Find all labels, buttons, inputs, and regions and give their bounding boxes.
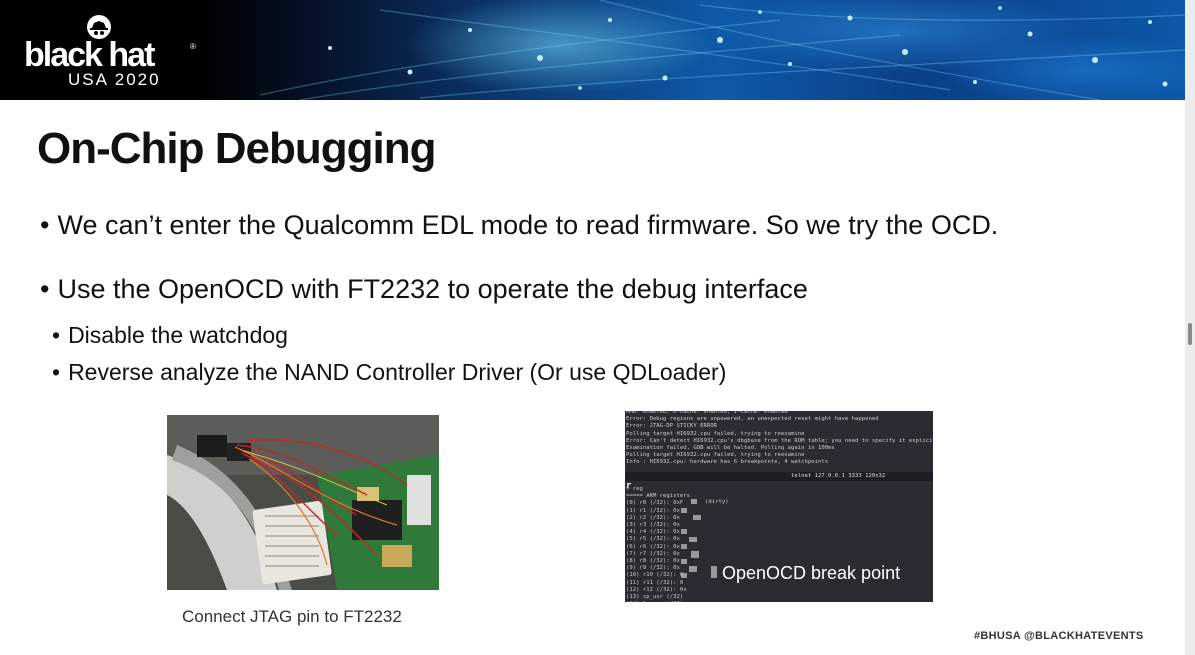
redacted-value [681,508,687,513]
scrollbar-thumb[interactable] [1188,323,1192,345]
bullet-openocd: • Use the OpenOCD with FT2232 to operate … [40,274,808,305]
bullet-dot: • [52,322,61,348]
bullet-dot: • [40,210,50,240]
sub-bullet-nand: • Reverse analyze the NAND Controller Dri… [52,359,726,386]
redacted-value [691,551,699,558]
redacted-value [691,499,697,504]
bullet-text: Disable the watchdog [68,322,288,348]
slide-title: On-Chip Debugging [37,124,436,173]
jtag-hardware-photo [167,415,439,590]
bullet-text: We can’t enter the Qualcomm EDL mode to … [57,210,999,240]
redacted-value [681,529,687,534]
blackhat-logo: black hat ® USA 2020 [22,12,202,92]
sub-bullet-watchdog: • Disable the watchdog [52,322,288,349]
bullet-edl: • We can’t enter the Qualcomm EDL mode to… [40,210,998,241]
redacted-value [681,544,687,549]
redacted-value [689,566,697,572]
brand-edition: USA 2020 [68,70,161,89]
redacted-value [693,515,701,520]
redacted-value [681,559,687,564]
registered-mark: ® [190,42,196,51]
dirty-flag: (dirty) [705,499,729,505]
redacted-value [681,573,687,578]
terminal-session-bar [625,472,933,481]
redacted-value [711,566,717,578]
bullet-text: Reverse analyze the NAND Controller Driv… [68,359,727,385]
redacted-value [689,537,697,542]
figure-caption-right: OpenOCD break point [722,563,901,583]
figure-caption-left: Connect JTAG pin to FT2232 [182,607,402,626]
footer-hashtags: #BHUSA @BLACKHATEVENTS [974,630,1144,642]
vertical-scrollbar[interactable] [1185,0,1195,655]
bullet-dot: • [40,274,50,304]
terminal-log: MMU: enabled, D-Cache: enabled, I-Cache:… [626,411,933,466]
header-banner: black hat ® USA 2020 [0,0,1185,100]
bullet-dot: • [52,359,61,385]
bullet-text: Use the OpenOCD with FT2232 to operate t… [57,274,808,304]
terminal-session-title: telnet 127.0.0.1 3333 120x32 [791,473,886,479]
